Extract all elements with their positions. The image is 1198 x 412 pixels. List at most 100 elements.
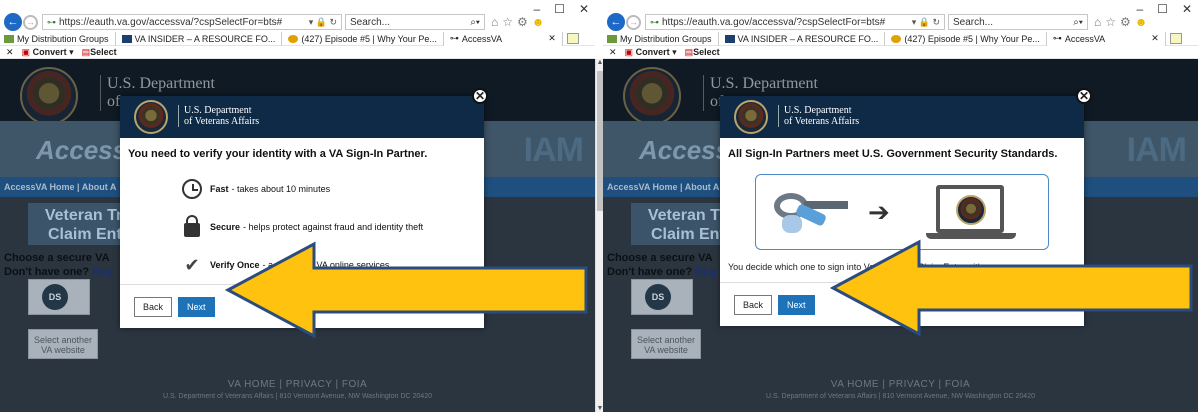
address-bar[interactable]: ⊶ https://eauth.va.gov/accessva/?cspSele… <box>645 14 945 30</box>
tab-accessva[interactable]: ⊶ AccessVA ✕ <box>442 31 563 46</box>
select-button[interactable]: ▤Select <box>82 47 117 58</box>
back-nav-icon[interactable]: ← <box>607 13 625 31</box>
back-nav-icon[interactable]: ← <box>4 13 22 31</box>
select-button[interactable]: ▤Select <box>685 47 720 58</box>
close-modal-icon[interactable]: ✕ <box>472 88 488 104</box>
tab-va-insider[interactable]: VA INSIDER – A RESOURCE FO... <box>717 31 885 46</box>
next-button[interactable]: Next <box>778 294 815 315</box>
back-button[interactable]: Back <box>134 296 173 317</box>
star-icon[interactable]: ☆ <box>502 15 513 29</box>
favorites-bar: My Distribution Groups VA INSIDER – A RE… <box>603 31 1198 46</box>
close-tab-icon[interactable]: ✕ <box>548 33 556 44</box>
command-bar: ✕ ▣ Convert ▾ ▤Select <box>603 47 1198 59</box>
forward-nav-icon[interactable]: → <box>626 14 641 30</box>
new-tab-button[interactable] <box>566 33 579 44</box>
ds-logon-button[interactable]: DS <box>28 279 90 315</box>
gear-icon[interactable]: ⚙ <box>517 15 528 29</box>
favorite-item[interactable]: My Distribution Groups <box>0 34 115 44</box>
footer-links[interactable]: VA HOME | PRIVACY | FOIA <box>603 379 1198 390</box>
feature-bold: Secure <box>210 222 241 232</box>
modal-title: All Sign-In Partners meet U.S. Governmen… <box>728 148 1058 160</box>
pointer-arrow-icon <box>224 241 588 339</box>
home-icon[interactable]: ⌂ <box>1094 15 1101 29</box>
search-input[interactable]: Search... ⌕▾ <box>345 14 485 30</box>
tab-label: (427) Episode #5 | Why Your Pe... <box>904 33 1040 44</box>
va-icon <box>724 34 735 43</box>
address-bar[interactable]: ⊶ https://eauth.va.gov/accessva/?cspSele… <box>42 14 342 30</box>
pointer-arrow-icon <box>829 239 1193 337</box>
new-tab-button[interactable] <box>1169 33 1182 44</box>
light-key-icon <box>782 215 802 233</box>
address-actions-icon[interactable]: ▾ 🔒 ↻ <box>309 17 337 28</box>
star-icon[interactable]: ☆ <box>1105 15 1116 29</box>
va-seal-icon <box>734 100 768 134</box>
footer-address: U.S. Department of Veterans Affairs | 81… <box>765 393 1035 400</box>
address-url: https://eauth.va.gov/accessva/?cspSelect… <box>662 16 886 28</box>
close-icon[interactable]: ✕ <box>6 47 14 58</box>
va-seal-icon <box>956 195 986 225</box>
browser-window-right: – ☐ ✕ ← → ⊶ https://eauth.va.gov/accessva/… <box>603 0 1198 412</box>
ds-icon: DS <box>645 284 671 310</box>
lock-icon <box>180 215 204 237</box>
va-seal-icon <box>20 67 78 125</box>
right-arrow-icon: ➔ <box>868 197 890 227</box>
convert-button[interactable]: ▣ Convert ▾ <box>22 47 74 58</box>
folder-icon <box>607 34 617 43</box>
page-scrollbar[interactable]: ▲ ▼ <box>595 59 603 412</box>
modal-title: You need to verify your identity with a … <box>128 148 428 160</box>
select-another-button[interactable]: Select another VA website <box>28 329 98 359</box>
feature-text: - takes about 10 minutes <box>231 184 331 194</box>
modal-dept-title: U.S. Department of Veterans Affairs <box>778 105 859 127</box>
gear-icon[interactable]: ⚙ <box>1120 15 1131 29</box>
toolbar-icons: ⌂ ☆ ⚙ ☻ <box>491 15 544 29</box>
tab-accessva[interactable]: ⊶ AccessVA ✕ <box>1045 31 1166 46</box>
register-link[interactable]: Reg <box>695 266 716 278</box>
tab-episode[interactable]: (427) Episode #5 | Why Your Pe... <box>281 31 442 46</box>
choose-line1: Choose a secure VA <box>607 252 713 264</box>
smiley-icon[interactable]: ☻ <box>1135 15 1148 29</box>
address-row: ← → ⊶ https://eauth.va.gov/accessva/?csp… <box>603 12 1198 32</box>
register-link[interactable]: Reg <box>92 266 113 278</box>
home-icon[interactable]: ⌂ <box>491 15 498 29</box>
close-tab-icon[interactable]: ✕ <box>1151 33 1159 44</box>
next-button[interactable]: Next <box>178 296 215 317</box>
va-seal-icon <box>623 67 681 125</box>
key-icon: ⊶ <box>650 16 659 27</box>
choose-line1: Choose a secure VA <box>4 252 110 264</box>
dept-line2: of <box>107 93 121 110</box>
close-modal-icon[interactable]: ✕ <box>1076 88 1092 104</box>
dept-line2: of Veterans Affairs <box>184 116 260 127</box>
select-icon: ▤ <box>81 47 91 57</box>
va-seal-icon <box>134 100 168 134</box>
search-input[interactable]: Search... ⌕▾ <box>948 14 1088 30</box>
forward-nav-icon[interactable]: → <box>23 14 38 30</box>
convert-label: Convert <box>635 47 670 57</box>
ds-logon-button[interactable]: DS <box>631 279 693 315</box>
search-icon[interactable]: ⌕▾ <box>470 17 480 28</box>
address-actions-icon[interactable]: ▾ 🔒 ↻ <box>912 17 940 28</box>
footer-links[interactable]: VA HOME | PRIVACY | FOIA <box>0 379 595 390</box>
ds-icon: DS <box>42 284 68 310</box>
tab-episode[interactable]: (427) Episode #5 | Why Your Pe... <box>884 31 1045 46</box>
close-icon[interactable]: ✕ <box>609 47 617 58</box>
feature-fast: Fast - takes about 10 minutes <box>120 170 484 208</box>
select-another-button[interactable]: Select another VA website <box>631 329 701 359</box>
favorite-item[interactable]: My Distribution Groups <box>603 34 718 44</box>
key-icon: ⊶ <box>1052 33 1062 43</box>
address-row: ← → ⊶ https://eauth.va.gov/accessva/?csp… <box>0 12 595 32</box>
search-icon[interactable]: ⌕▾ <box>1073 17 1083 28</box>
tab-label: (427) Episode #5 | Why Your Pe... <box>301 33 437 44</box>
command-bar: ✕ ▣ Convert ▾ ▤Select <box>0 47 595 59</box>
dept-line1: U.S. Department <box>107 75 215 92</box>
pdf-icon: ▣ <box>624 47 634 57</box>
feature-bold: Fast <box>210 184 229 194</box>
key-icon: ⊶ <box>47 16 56 27</box>
tab-va-insider[interactable]: VA INSIDER – A RESOURCE FO... <box>114 31 282 46</box>
modal-header: U.S. Department of Veterans Affairs <box>120 96 484 138</box>
smiley-icon[interactable]: ☻ <box>532 15 545 29</box>
tab-label: AccessVA <box>461 33 503 44</box>
convert-label: Convert <box>32 47 67 57</box>
back-button[interactable]: Back <box>734 294 773 315</box>
dept-line1: U.S. Department <box>184 105 252 116</box>
convert-button[interactable]: ▣ Convert ▾ <box>625 47 677 58</box>
